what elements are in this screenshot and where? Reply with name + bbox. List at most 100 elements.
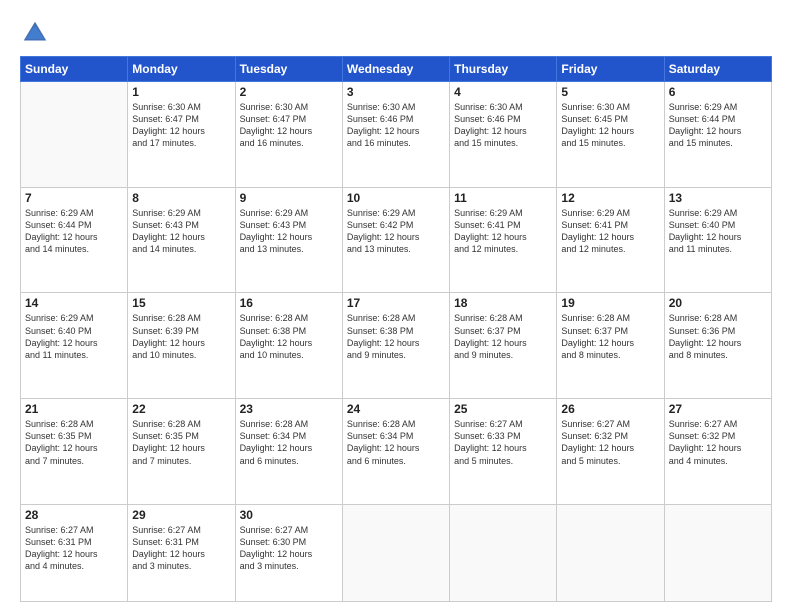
day-cell: 4 Sunrise: 6:30 AM Sunset: 6:46 PM Daylig…: [450, 82, 557, 188]
day-number: 21: [25, 402, 123, 416]
day-number: 23: [240, 402, 338, 416]
day-info: Sunrise: 6:28 AM Sunset: 6:35 PM Dayligh…: [25, 418, 123, 467]
day-number: 26: [561, 402, 659, 416]
day-info: Sunrise: 6:27 AM Sunset: 6:32 PM Dayligh…: [669, 418, 767, 467]
day-cell: 5Sunrise: 6:30 AM Sunset: 6:45 PM Daylig…: [557, 82, 664, 188]
day-cell: 27 Sunrise: 6:27 AM Sunset: 6:32 PM Dayli…: [664, 399, 771, 505]
day-cell: 7 Sunrise: 6:29 AM Sunset: 6:44 PM Daylig…: [21, 187, 128, 293]
day-number: 30: [240, 508, 338, 522]
day-info: Sunrise: 6:29 AM Sunset: 6:44 PM Dayligh…: [25, 207, 123, 256]
day-cell: [21, 82, 128, 188]
day-cell: 24 Sunrise: 6:28 AM Sunset: 6:34 PM Dayli…: [342, 399, 449, 505]
week-row-5: 28 Sunrise: 6:27 AM Sunset: 6:31 PM Dayli…: [21, 504, 772, 601]
day-cell: 26 Sunrise: 6:27 AM Sunset: 6:32 PM Dayli…: [557, 399, 664, 505]
day-number: 16: [240, 296, 338, 310]
day-cell: 25 Sunrise: 6:27 AM Sunset: 6:33 PM Dayli…: [450, 399, 557, 505]
day-number: 9: [240, 191, 338, 205]
day-info: Sunrise: 6:29 AM Sunset: 6:41 PM Dayligh…: [561, 207, 659, 256]
day-info: Sunrise: 6:30 AM Sunset: 6:46 PM Dayligh…: [454, 101, 552, 150]
weekday-header-wednesday: Wednesday: [342, 57, 449, 82]
day-number: 1: [132, 85, 230, 99]
day-cell: 10 Sunrise: 6:29 AM Sunset: 6:42 PM Dayli…: [342, 187, 449, 293]
day-number: 10: [347, 191, 445, 205]
day-number: 18: [454, 296, 552, 310]
day-info: Sunrise: 6:29 AM Sunset: 6:44 PM Dayligh…: [669, 101, 767, 150]
day-cell: 1 Sunrise: 6:30 AM Sunset: 6:47 PM Daylig…: [128, 82, 235, 188]
weekday-header-monday: Monday: [128, 57, 235, 82]
logo-icon: [20, 18, 50, 48]
day-cell: 8 Sunrise: 6:29 AM Sunset: 6:43 PM Daylig…: [128, 187, 235, 293]
day-number: 8: [132, 191, 230, 205]
day-info: Sunrise: 6:28 AM Sunset: 6:37 PM Dayligh…: [454, 312, 552, 361]
day-info: Sunrise: 6:30 AM Sunset: 6:45 PM Dayligh…: [561, 101, 659, 150]
day-cell: 18 Sunrise: 6:28 AM Sunset: 6:37 PM Dayli…: [450, 293, 557, 399]
day-info: Sunrise: 6:28 AM Sunset: 6:37 PM Dayligh…: [561, 312, 659, 361]
day-info: Sunrise: 6:30 AM Sunset: 6:47 PM Dayligh…: [240, 101, 338, 150]
calendar-table: SundayMondayTuesdayWednesdayThursdayFrid…: [20, 56, 772, 602]
weekday-header-row: SundayMondayTuesdayWednesdayThursdayFrid…: [21, 57, 772, 82]
day-info: Sunrise: 6:28 AM Sunset: 6:35 PM Dayligh…: [132, 418, 230, 467]
day-info: Sunrise: 6:27 AM Sunset: 6:33 PM Dayligh…: [454, 418, 552, 467]
day-cell: 20Sunrise: 6:28 AM Sunset: 6:36 PM Dayli…: [664, 293, 771, 399]
day-number: 29: [132, 508, 230, 522]
day-number: 13: [669, 191, 767, 205]
weekday-header-tuesday: Tuesday: [235, 57, 342, 82]
day-number: 17: [347, 296, 445, 310]
day-cell: 23 Sunrise: 6:28 AM Sunset: 6:34 PM Dayli…: [235, 399, 342, 505]
weekday-header-thursday: Thursday: [450, 57, 557, 82]
day-number: 27: [669, 402, 767, 416]
day-cell: 12Sunrise: 6:29 AM Sunset: 6:41 PM Dayli…: [557, 187, 664, 293]
day-cell: 21 Sunrise: 6:28 AM Sunset: 6:35 PM Dayli…: [21, 399, 128, 505]
day-info: Sunrise: 6:28 AM Sunset: 6:34 PM Dayligh…: [240, 418, 338, 467]
day-cell: 6Sunrise: 6:29 AM Sunset: 6:44 PM Daylig…: [664, 82, 771, 188]
weekday-header-sunday: Sunday: [21, 57, 128, 82]
day-info: Sunrise: 6:29 AM Sunset: 6:40 PM Dayligh…: [25, 312, 123, 361]
weekday-header-friday: Friday: [557, 57, 664, 82]
day-cell: [664, 504, 771, 601]
day-cell: 9 Sunrise: 6:29 AM Sunset: 6:43 PM Daylig…: [235, 187, 342, 293]
day-cell: 19Sunrise: 6:28 AM Sunset: 6:37 PM Dayli…: [557, 293, 664, 399]
week-row-3: 14 Sunrise: 6:29 AM Sunset: 6:40 PM Dayli…: [21, 293, 772, 399]
day-cell: 13 Sunrise: 6:29 AM Sunset: 6:40 PM Dayli…: [664, 187, 771, 293]
day-info: Sunrise: 6:28 AM Sunset: 6:38 PM Dayligh…: [240, 312, 338, 361]
week-row-4: 21 Sunrise: 6:28 AM Sunset: 6:35 PM Dayli…: [21, 399, 772, 505]
day-cell: [450, 504, 557, 601]
day-cell: 29 Sunrise: 6:27 AM Sunset: 6:31 PM Dayli…: [128, 504, 235, 601]
day-info: Sunrise: 6:27 AM Sunset: 6:32 PM Dayligh…: [561, 418, 659, 467]
day-info: Sunrise: 6:29 AM Sunset: 6:42 PM Dayligh…: [347, 207, 445, 256]
day-info: Sunrise: 6:27 AM Sunset: 6:31 PM Dayligh…: [25, 524, 123, 573]
page: SundayMondayTuesdayWednesdayThursdayFrid…: [0, 0, 792, 612]
day-info: Sunrise: 6:29 AM Sunset: 6:40 PM Dayligh…: [669, 207, 767, 256]
day-number: 3: [347, 85, 445, 99]
day-cell: 2Sunrise: 6:30 AM Sunset: 6:47 PM Daylig…: [235, 82, 342, 188]
day-number: 24: [347, 402, 445, 416]
header: [20, 18, 772, 48]
day-info: Sunrise: 6:28 AM Sunset: 6:34 PM Dayligh…: [347, 418, 445, 467]
day-info: Sunrise: 6:30 AM Sunset: 6:46 PM Dayligh…: [347, 101, 445, 150]
day-cell: 30 Sunrise: 6:27 AM Sunset: 6:30 PM Dayli…: [235, 504, 342, 601]
day-cell: 11Sunrise: 6:29 AM Sunset: 6:41 PM Dayli…: [450, 187, 557, 293]
day-number: 25: [454, 402, 552, 416]
day-info: Sunrise: 6:27 AM Sunset: 6:31 PM Dayligh…: [132, 524, 230, 573]
day-cell: [342, 504, 449, 601]
day-info: Sunrise: 6:28 AM Sunset: 6:38 PM Dayligh…: [347, 312, 445, 361]
day-number: 11: [454, 191, 552, 205]
day-info: Sunrise: 6:27 AM Sunset: 6:30 PM Dayligh…: [240, 524, 338, 573]
day-number: 4: [454, 85, 552, 99]
week-row-1: 1 Sunrise: 6:30 AM Sunset: 6:47 PM Daylig…: [21, 82, 772, 188]
day-number: 7: [25, 191, 123, 205]
day-cell: [557, 504, 664, 601]
day-cell: 14 Sunrise: 6:29 AM Sunset: 6:40 PM Dayli…: [21, 293, 128, 399]
day-cell: 28 Sunrise: 6:27 AM Sunset: 6:31 PM Dayli…: [21, 504, 128, 601]
day-info: Sunrise: 6:30 AM Sunset: 6:47 PM Dayligh…: [132, 101, 230, 150]
day-info: Sunrise: 6:28 AM Sunset: 6:36 PM Dayligh…: [669, 312, 767, 361]
day-info: Sunrise: 6:28 AM Sunset: 6:39 PM Dayligh…: [132, 312, 230, 361]
day-cell: 16 Sunrise: 6:28 AM Sunset: 6:38 PM Dayli…: [235, 293, 342, 399]
day-info: Sunrise: 6:29 AM Sunset: 6:43 PM Dayligh…: [240, 207, 338, 256]
day-number: 28: [25, 508, 123, 522]
weekday-header-saturday: Saturday: [664, 57, 771, 82]
day-number: 14: [25, 296, 123, 310]
day-number: 22: [132, 402, 230, 416]
week-row-2: 7 Sunrise: 6:29 AM Sunset: 6:44 PM Daylig…: [21, 187, 772, 293]
day-info: Sunrise: 6:29 AM Sunset: 6:43 PM Dayligh…: [132, 207, 230, 256]
